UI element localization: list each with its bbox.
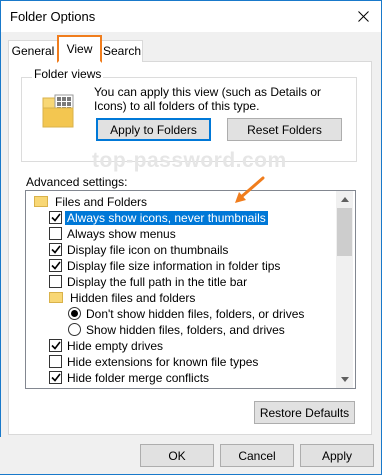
reset-folders-button[interactable]: Reset Folders — [227, 118, 342, 141]
apply-to-folders-button[interactable]: Apply to Folders — [96, 118, 211, 141]
folder-views-description: You can apply this view (such as Details… — [94, 85, 322, 113]
check-icon — [50, 245, 61, 254]
restore-defaults-button[interactable]: Restore Defaults — [254, 401, 355, 424]
setting-label: Show hidden files, folders, and drives — [86, 322, 285, 337]
folder-views-label: Folder views — [32, 67, 104, 81]
category-hidden-files[interactable]: Hidden files and folders — [49, 289, 195, 306]
setting-label: Display the full path in the title bar — [67, 274, 248, 289]
setting-label: Hide folder merge conflicts — [67, 370, 210, 385]
setting-display-file-size[interactable]: Display file size information in folder … — [49, 257, 280, 274]
cancel-button[interactable]: Cancel — [220, 444, 294, 467]
scroll-thumb[interactable] — [337, 208, 352, 256]
setting-label: Hide extensions for known file types — [67, 354, 259, 369]
checkbox[interactable] — [49, 243, 62, 256]
chevron-down-icon — [340, 377, 349, 382]
title-bar[interactable]: Folder Options — [1, 1, 381, 32]
setting-display-full-path[interactable]: Display the full path in the title bar — [49, 273, 247, 290]
checkbox[interactable] — [49, 275, 62, 288]
setting-label: Display file size information in folder … — [67, 258, 281, 273]
tab-search[interactable]: Search — [101, 40, 143, 62]
check-icon — [50, 373, 61, 382]
apply-button[interactable]: Apply — [300, 444, 374, 467]
setting-show-hidden[interactable]: Show hidden files, folders, and drives — [68, 321, 285, 338]
advanced-settings-list[interactable]: Files and Folders Always show icons, nev… — [25, 190, 356, 389]
setting-dont-show-hidden[interactable]: Don't show hidden files, folders, or dri… — [68, 305, 304, 322]
watermark: top-password.com — [92, 149, 287, 172]
checkbox[interactable] — [49, 371, 62, 384]
radio-selected-dot — [71, 310, 78, 317]
radio-button[interactable] — [68, 307, 81, 320]
close-icon — [357, 11, 369, 22]
folder-view-icon — [42, 94, 74, 128]
chevron-up-icon — [340, 197, 349, 202]
setting-always-show-menus[interactable]: Always show menus — [49, 225, 176, 242]
window-title: Folder Options — [10, 9, 96, 24]
checkbox[interactable] — [49, 355, 62, 368]
close-button[interactable] — [345, 1, 381, 32]
check-icon — [50, 261, 61, 270]
checkbox[interactable] — [49, 339, 62, 352]
radio-button[interactable] — [68, 323, 81, 336]
category-files-and-folders[interactable]: Files and Folders — [34, 193, 147, 210]
tab-view[interactable]: View — [57, 35, 102, 63]
setting-label: Always show menus — [67, 226, 176, 241]
check-icon — [50, 213, 61, 222]
setting-always-show-icons[interactable]: Always show icons, never thumbnails — [49, 209, 268, 226]
scroll-up-button[interactable] — [336, 191, 353, 208]
category-label: Hidden files and folders — [70, 290, 196, 305]
setting-hide-extensions[interactable]: Hide extensions for known file types — [49, 353, 258, 370]
setting-hide-merge-conflicts[interactable]: Hide folder merge conflicts — [49, 369, 209, 386]
vertical-scrollbar[interactable] — [336, 191, 353, 388]
setting-label: Don't show hidden files, folders, or dri… — [86, 306, 305, 321]
setting-display-file-icon[interactable]: Display file icon on thumbnails — [49, 241, 228, 258]
ok-button[interactable]: OK — [140, 444, 214, 467]
setting-label: Hide empty drives — [67, 338, 164, 353]
scroll-down-button[interactable] — [336, 371, 353, 388]
folder-icon — [34, 196, 48, 207]
setting-label: Display file icon on thumbnails — [67, 242, 229, 257]
category-label: Files and Folders — [55, 194, 148, 209]
tab-general[interactable]: General — [8, 40, 58, 62]
checkbox[interactable] — [49, 227, 62, 240]
checkbox[interactable] — [49, 211, 62, 224]
advanced-settings-label: Advanced settings: — [26, 175, 128, 189]
setting-hide-empty-drives[interactable]: Hide empty drives — [49, 337, 163, 354]
setting-label: Always show icons, never thumbnails — [65, 210, 268, 225]
arrow-icon — [235, 176, 265, 203]
check-icon — [50, 341, 61, 350]
folder-icon — [49, 292, 63, 303]
checkbox[interactable] — [49, 259, 62, 272]
